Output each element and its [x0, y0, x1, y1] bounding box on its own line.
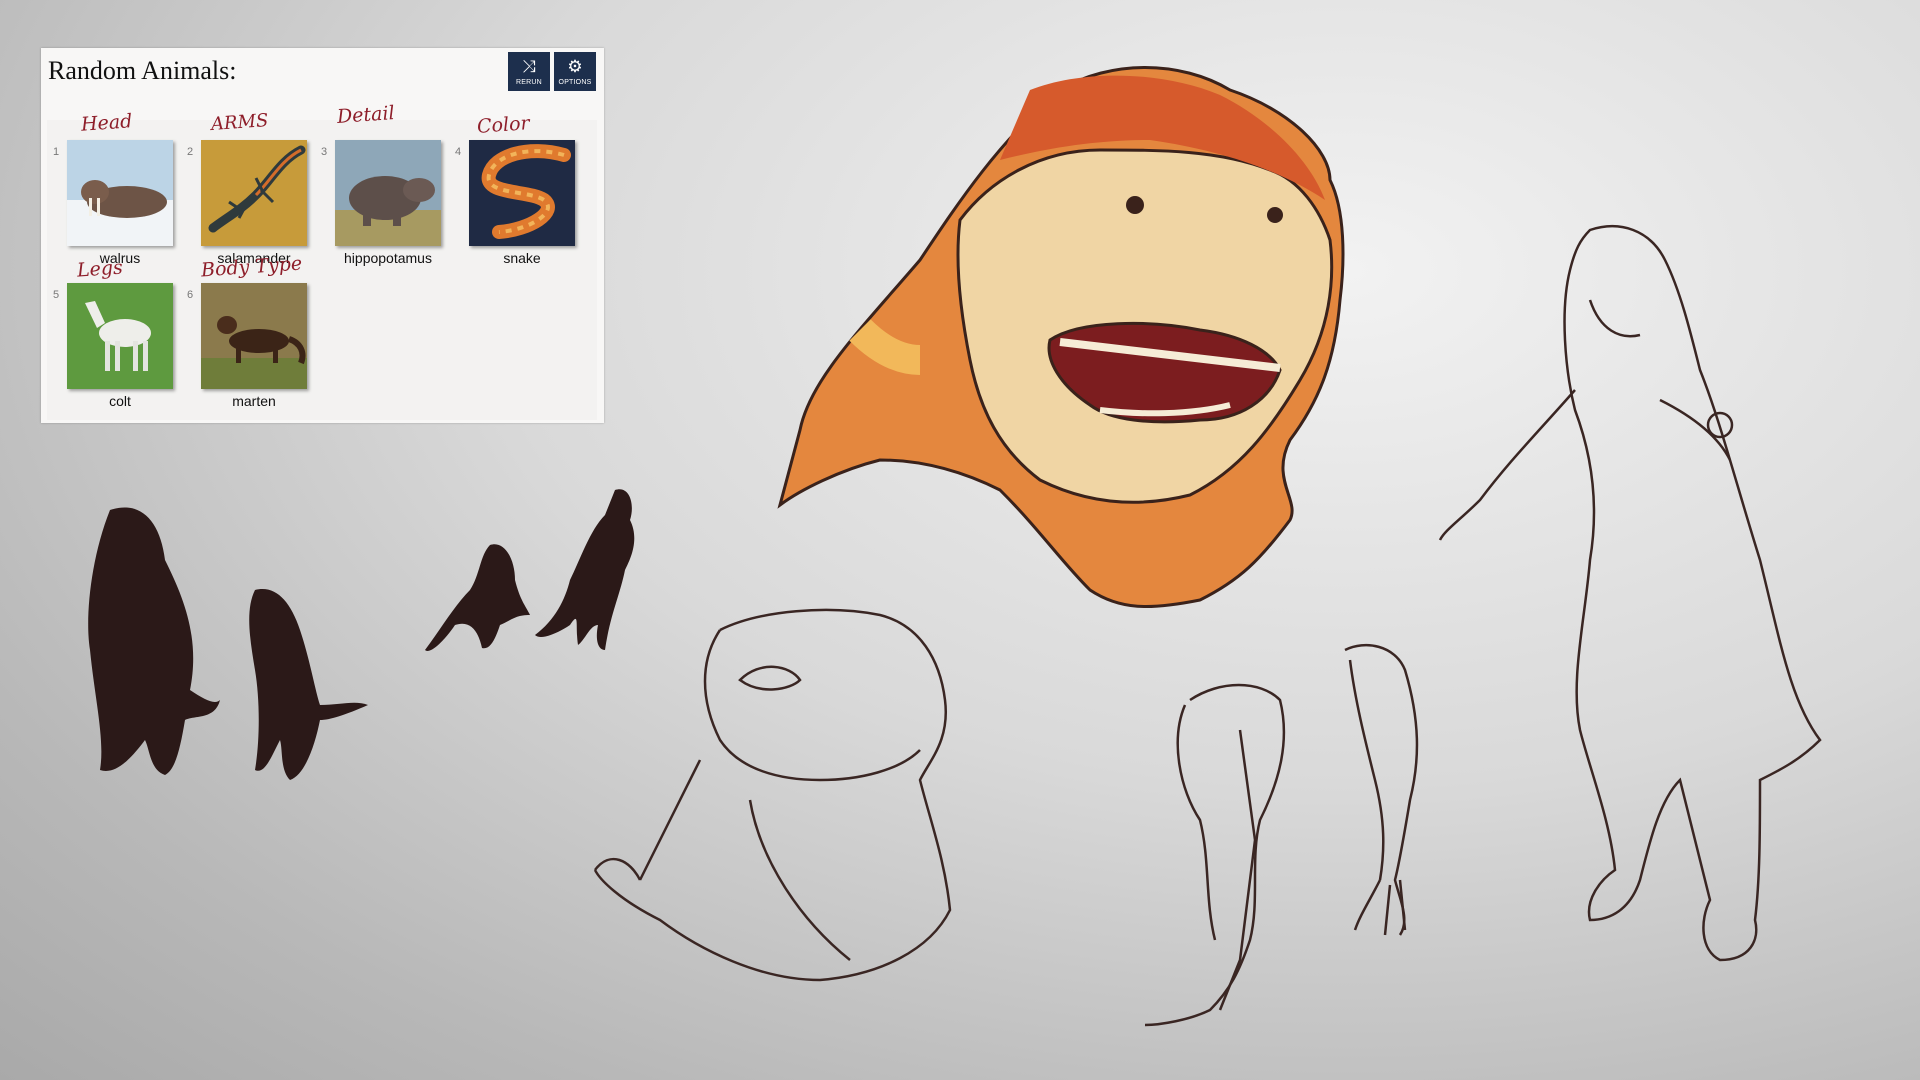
arm-anatomy-sketch	[1344, 643, 1419, 936]
colt-image[interactable]	[67, 283, 173, 389]
annotation-color: Color	[476, 112, 531, 138]
silhouette-2	[249, 589, 368, 780]
salamander-image[interactable]	[201, 140, 307, 246]
gear-icon: ⚙	[567, 56, 583, 76]
silhouette-1	[88, 507, 221, 775]
annotation-legs: Legs	[76, 256, 124, 282]
snake-image[interactable]	[469, 140, 575, 246]
rerun-button[interactable]: ⤨ RERUN	[508, 52, 550, 91]
silhouette-3	[425, 544, 530, 651]
rerun-button-label: RERUN	[516, 78, 542, 86]
animal-name: snake	[503, 250, 541, 266]
options-button-label: OPTIONS	[558, 78, 592, 86]
animal-number: 1	[53, 146, 60, 158]
hippopotamus-image[interactable]	[335, 140, 441, 246]
animal-card-snake[interactable]: 4 snake	[455, 140, 575, 280]
walrus-image[interactable]	[67, 140, 173, 246]
leg-anatomy-sketch	[1144, 683, 1286, 1027]
marten-image[interactable]	[201, 283, 307, 389]
full-body-sketch	[1438, 225, 1822, 962]
random-animals-panel: Random Animals: ⤨ RERUN ⚙ OPTIONS 1 walr…	[41, 48, 604, 423]
animal-name: hippopotamus	[344, 250, 432, 266]
animal-card-marten[interactable]: 6 marten	[187, 283, 307, 423]
silhouette-4	[535, 489, 635, 650]
options-button[interactable]: ⚙ OPTIONS	[554, 52, 596, 91]
animal-name: marten	[232, 393, 276, 409]
panel-title: Random Animals:	[48, 56, 237, 85]
painted-creature-bust	[777, 66, 1345, 608]
animal-card-hippopotamus[interactable]: 3 hippopotamus	[321, 140, 441, 280]
annotation-detail: Detail	[336, 102, 396, 128]
animal-number: 5	[53, 289, 60, 301]
head-sketch	[593, 608, 952, 982]
animal-number: 6	[187, 289, 194, 301]
animal-name: colt	[109, 393, 131, 409]
annotation-head: Head	[80, 110, 134, 136]
animal-number: 2	[187, 146, 194, 158]
animal-grid: 1 walrus 2 salamander 3 hippopotamus 4 s…	[47, 120, 597, 420]
annotation-arms: ARMS	[210, 110, 269, 135]
animal-number: 3	[321, 146, 328, 158]
silhouette-sketches	[88, 489, 635, 780]
animal-number: 4	[455, 146, 462, 158]
shuffle-icon: ⤨	[522, 56, 536, 76]
animal-card-colt[interactable]: 5 colt	[53, 283, 173, 423]
